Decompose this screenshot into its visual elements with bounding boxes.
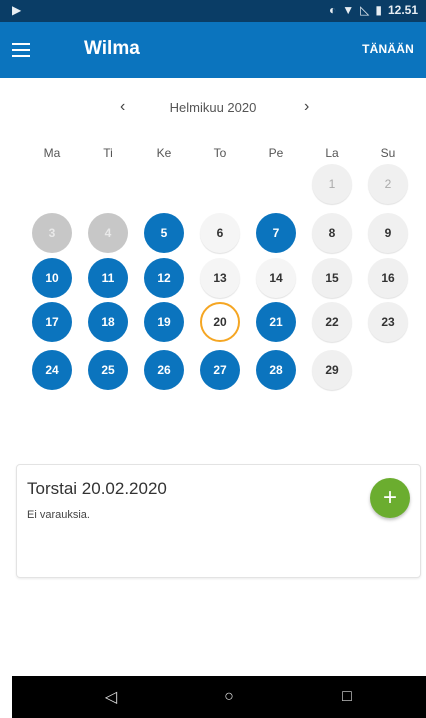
calendar-day[interactable]: 11	[88, 258, 128, 298]
month-label: Helmikuu 2020	[169, 100, 257, 115]
no-reservations-text: Ei varauksia.	[27, 509, 90, 521]
system-nav-bar: ◁ ○ □	[12, 676, 426, 718]
recent-apps-icon[interactable]: □	[322, 676, 372, 718]
play-icon: ▶	[12, 3, 22, 17]
weekday-tue: Ti	[103, 146, 113, 160]
calendar-day[interactable]: 16	[368, 258, 408, 298]
weekday-sat: La	[325, 146, 339, 160]
calendar-day[interactable]: 14	[256, 258, 296, 298]
weekday-fri: Pe	[268, 146, 284, 160]
calendar-day[interactable]: 10	[32, 258, 72, 298]
weekday-sun: Su	[380, 146, 396, 160]
signal-icon: ◺	[360, 3, 370, 17]
add-reservation-button[interactable]: +	[370, 478, 410, 518]
weekday-thu: To	[213, 146, 227, 160]
calendar-day[interactable]: 29	[312, 350, 352, 390]
calendar-day[interactable]: 12	[144, 258, 184, 298]
calendar-day[interactable]: 18	[88, 302, 128, 342]
weekday-header: Ma Ti Ke To Pe La Su	[0, 146, 426, 162]
status-bar: ▶ ◐ ▼ ◺ ▮ 12.51	[0, 0, 426, 22]
next-month-icon[interactable]: ›	[304, 98, 309, 116]
battery-icon: ▮	[375, 3, 382, 17]
calendar-day[interactable]: 19	[144, 302, 184, 342]
app-bar: Wilma TÄNÄÄN	[0, 22, 426, 78]
menu-icon[interactable]	[12, 36, 40, 64]
back-icon[interactable]: ◁	[86, 676, 136, 718]
calendar-day[interactable]: 22	[312, 302, 352, 342]
calendar-day[interactable]: 1	[312, 164, 352, 204]
calendar-day[interactable]: 26	[144, 350, 184, 390]
app-title: Wilma	[84, 38, 140, 59]
calendar-day[interactable]: 7	[256, 213, 296, 253]
day-detail-card: Torstai 20.02.2020 Ei varauksia.	[16, 464, 421, 578]
today-button[interactable]: TÄNÄÄN	[362, 42, 414, 56]
calendar-day-today[interactable]: 20	[200, 302, 240, 342]
calendar-day[interactable]: 6	[200, 213, 240, 253]
calendar-day[interactable]: 27	[200, 350, 240, 390]
calendar-day[interactable]: 15	[312, 258, 352, 298]
status-time: 12.51	[387, 3, 418, 17]
calendar-day[interactable]: 5	[144, 213, 184, 253]
weekday-mon: Ma	[43, 146, 61, 160]
calendar-day[interactable]: 21	[256, 302, 296, 342]
calendar-day[interactable]: 13	[200, 258, 240, 298]
calendar-day[interactable]: 2	[368, 164, 408, 204]
calendar-day[interactable]: 9	[368, 213, 408, 253]
calendar-day[interactable]: 17	[32, 302, 72, 342]
status-icons: ◐ ▼ ◺ ▮ 12.51	[329, 3, 418, 17]
weekday-wed: Ke	[156, 146, 172, 160]
calendar-day[interactable]: 28	[256, 350, 296, 390]
month-navigation: ‹ Helmikuu 2020 ›	[0, 98, 426, 120]
calendar-day[interactable]: 3	[32, 213, 72, 253]
vibrate-icon: ◐	[328, 3, 337, 17]
calendar-day[interactable]: 24	[32, 350, 72, 390]
wifi-icon: ▼	[342, 3, 355, 17]
calendar-day[interactable]: 25	[88, 350, 128, 390]
calendar-day[interactable]: 4	[88, 213, 128, 253]
calendar-day[interactable]: 8	[312, 213, 352, 253]
plus-icon: +	[382, 484, 397, 511]
home-icon[interactable]: ○	[204, 676, 254, 718]
selected-date: Torstai 20.02.2020	[27, 479, 167, 498]
calendar-day[interactable]: 23	[368, 302, 408, 342]
